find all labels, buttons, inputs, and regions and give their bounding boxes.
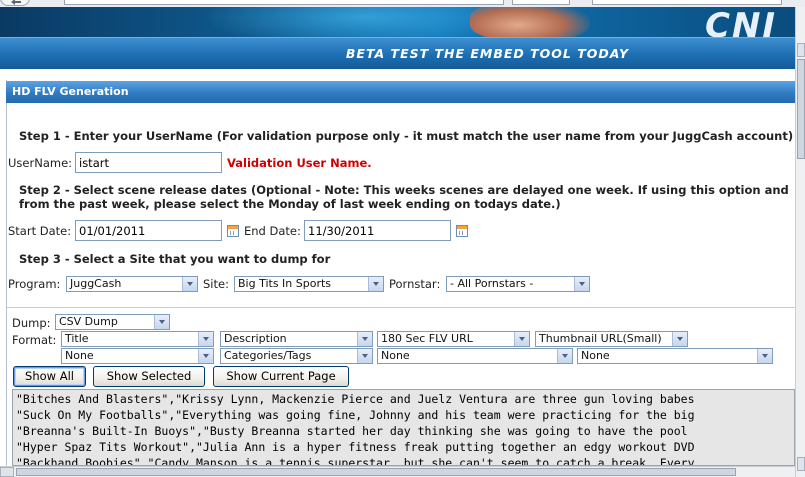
back-button[interactable] (0, 0, 30, 6)
show-all-button[interactable]: Show All (13, 366, 86, 387)
browser-toolbar (0, 0, 805, 7)
panel-header: HD FLV Generation (6, 81, 795, 103)
format-column-4[interactable]: Thumbnail URL(Small) (535, 331, 688, 347)
start-date-label: Start Date: (8, 224, 72, 238)
promo-text[interactable]: BETA TEST THE EMBED TOOL TODAY (0, 46, 795, 61)
show-current-page-button[interactable]: Show Current Page (213, 366, 349, 387)
dump-output-textarea[interactable]: "Bitches And Blasters","Krissy Lynn, Mac… (12, 389, 795, 466)
chevron-down-icon[interactable] (198, 349, 213, 363)
chevron-down-icon[interactable] (368, 277, 383, 291)
site-banner: CNI (0, 7, 795, 37)
pornstar-select-value: - All Pornstars - (450, 277, 534, 290)
chevron-down-icon[interactable] (357, 332, 372, 346)
chevron-down-icon[interactable] (574, 277, 589, 291)
format-column-4-value: Thumbnail URL(Small) (539, 332, 662, 345)
program-select-value: JuggCash (70, 277, 122, 290)
format-column-5[interactable]: None (61, 348, 214, 364)
username-label: UserName: (8, 156, 73, 170)
horizontal-scrollbar[interactable] (0, 466, 795, 477)
scroll-up-arrow-icon[interactable] (797, 43, 805, 57)
format-column-6[interactable]: Categories/Tags (220, 348, 373, 364)
address-bar-controls[interactable] (512, 0, 570, 5)
output-line: "Backhand Boobies","Candy Manson is a te… (16, 456, 695, 466)
horizontal-scroll-thumb[interactable] (16, 468, 736, 476)
format-column-3-value: 180 Sec FLV URL (381, 332, 473, 345)
validation-message: Validation User Name. (227, 156, 372, 170)
end-calendar-icon[interactable] (456, 225, 468, 237)
step1-heading: Step 1 - Enter your UserName (For valida… (19, 129, 794, 143)
back-arrow-icon (11, 0, 21, 5)
dump-select[interactable]: CSV Dump (55, 314, 170, 330)
format-column-1[interactable]: Title (61, 331, 214, 347)
site-select-value: Big Tits In Sports (238, 277, 332, 290)
output-line: "Breanna's Built-In Buoys","Busty Breann… (16, 424, 688, 438)
pornstar-select[interactable]: - All Pornstars - (446, 276, 590, 292)
start-date-input[interactable] (75, 220, 222, 241)
site-label: Site: (203, 277, 229, 291)
chevron-down-icon[interactable] (757, 349, 772, 363)
format-column-2[interactable]: Description (220, 331, 373, 347)
step2-heading-line1: Step 2 - Select scene release dates (Opt… (19, 183, 789, 197)
pornstar-label: Pornstar: (389, 277, 441, 291)
show-selected-button[interactable]: Show Selected (93, 366, 205, 387)
site-logo[interactable]: CNI (705, 9, 777, 37)
format-column-6-value: Categories/Tags (224, 349, 312, 362)
chevron-down-icon[interactable] (182, 277, 197, 291)
end-date-input[interactable] (304, 220, 451, 241)
format-column-3[interactable]: 180 Sec FLV URL (377, 331, 530, 347)
username-input[interactable] (75, 152, 222, 173)
format-column-7-value: None (381, 349, 410, 362)
vertical-scrollbar[interactable] (795, 7, 805, 477)
address-bar[interactable] (64, 0, 504, 5)
format-column-7[interactable]: None (377, 348, 573, 364)
program-select[interactable]: JuggCash (66, 276, 198, 292)
scroll-thumb[interactable] (797, 59, 805, 159)
step2-heading-line2: from the past week, please select the Mo… (19, 197, 561, 211)
format-column-8-value: None (581, 349, 610, 362)
promo-bar: BETA TEST THE EMBED TOOL TODAY (0, 37, 795, 69)
dump-select-value: CSV Dump (59, 315, 118, 328)
browser-search-box[interactable] (592, 0, 782, 5)
format-column-5-value: None (65, 349, 94, 362)
format-column-8[interactable]: None (577, 348, 773, 364)
chevron-down-icon[interactable] (672, 332, 687, 346)
site-select[interactable]: Big Tits In Sports (234, 276, 384, 292)
step3-heading: Step 3 - Select a Site that you want to … (19, 252, 331, 266)
chevron-down-icon[interactable] (557, 349, 572, 363)
output-line: "Bitches And Blasters","Krissy Lynn, Mac… (16, 392, 695, 406)
chevron-down-icon[interactable] (154, 315, 169, 329)
scroll-left-arrow-icon[interactable] (0, 467, 14, 477)
program-label: Program: (8, 277, 61, 291)
end-date-label: End Date: (244, 224, 301, 238)
banner-image (470, 7, 590, 37)
output-line: "Hyper Spaz Tits Workout","Julia Ann is … (16, 440, 695, 454)
chevron-down-icon[interactable] (357, 349, 372, 363)
output-line: "Suck On My Footballs","Everything was g… (16, 408, 695, 422)
start-calendar-icon[interactable] (227, 225, 239, 237)
format-label: Format: (12, 333, 57, 347)
section-divider (7, 307, 795, 308)
format-column-2-value: Description (224, 332, 287, 345)
chevron-down-icon[interactable] (514, 332, 529, 346)
scroll-down-arrow-icon[interactable] (797, 457, 805, 471)
panel-title: HD FLV Generation (12, 85, 129, 98)
format-column-1-value: Title (65, 332, 89, 345)
dump-label: Dump: (12, 316, 51, 330)
chevron-down-icon[interactable] (198, 332, 213, 346)
